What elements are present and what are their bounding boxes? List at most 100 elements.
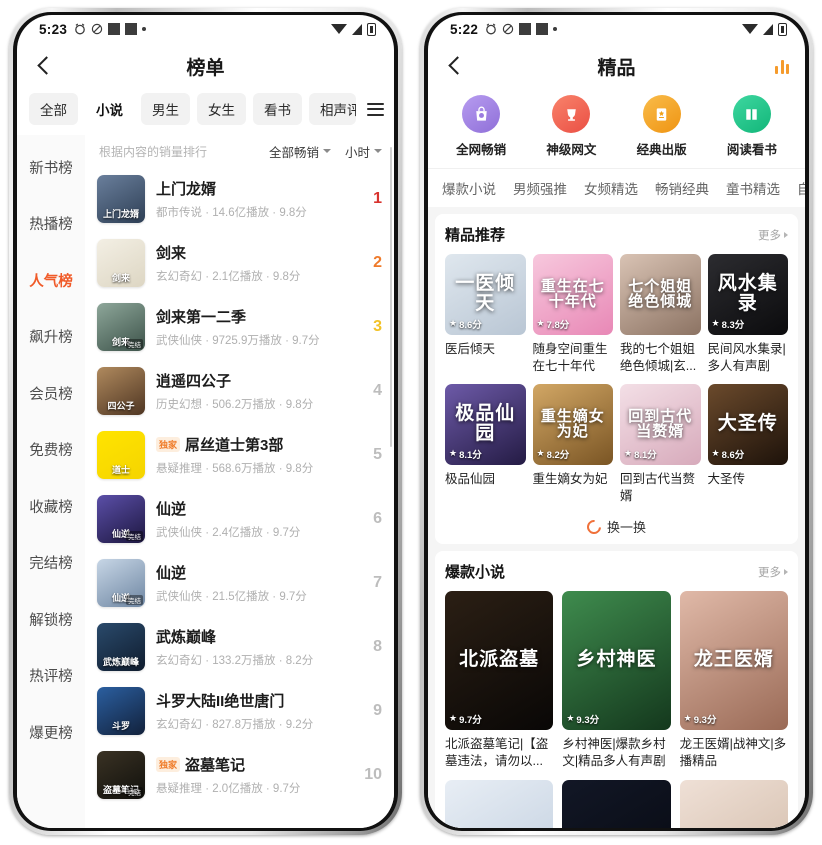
category-reading[interactable]: 阅读看书 [707,95,797,158]
table-row[interactable]: 上门龙婿 上门龙婿 都市传说 · 14.6亿播放 · 9.8分 1 [85,167,394,231]
page-title: 精品 [597,57,636,79]
chip-novel[interactable]: 小说 [85,93,134,125]
sidebar-item-review[interactable]: 热评榜 [17,648,85,705]
filter-timerange-label: 小时 [344,145,370,160]
more-label: 更多 [758,566,781,579]
chip-reading[interactable]: 看书 [253,93,302,125]
rating-value: 9.3分 [693,714,717,726]
book-title: 重生嫡女为妃 [532,471,608,486]
sidebar-item-newbook[interactable]: 新书榜 [17,139,85,196]
sidebar-item-finished[interactable]: 完结榜 [17,535,85,592]
sidebar-item-popular[interactable]: 人气榜 [17,252,85,309]
table-row[interactable]: 四公子 逍遥四公子 历史幻想 · 506.2万播放 · 9.8分 4 [85,359,394,423]
list-item[interactable]: 一医倾天 ★ 8.6分 医后倾天 [445,254,526,376]
recommend-grid: 一医倾天 ★ 8.6分 医后倾天 重生在七十年代 ★ 7.8分 随身空间重生在七十年代 七个姐姐… [445,254,788,506]
book-title-line: 剑来第一二季 [156,306,341,327]
rank-chart-icon[interactable] [775,58,789,74]
tab-female-pick[interactable]: 女频精选 [584,178,638,198]
book-cover: 重生嫡女为妃 ★ 8.2分 [532,384,613,465]
category-classic[interactable]: 经典出版 [617,95,707,158]
list-item[interactable]: 回到古代当赘婿 ★ 8.1分 回到古代当赘婿 [620,384,701,506]
exclusive-badge: 独家 [156,757,181,772]
wifi-icon [742,24,758,34]
back-icon[interactable] [444,55,466,77]
book-cover-badge: 完结 [126,595,143,605]
category-webnovel[interactable]: 神级网文 [526,95,616,158]
content-scroll-area[interactable]: 精品推荐 更多 一医倾天 ★ 8.6分 医后倾天 重生在七十年代 ★ 7.8分 随身空间重生在… [428,207,805,828]
book-title: 北派盗墓笔记|【盗墓违法，请勿以... [445,736,549,769]
table-row[interactable]: 仙逆 完结 仙逆 武侠仙侠 · 21.5亿播放 · 9.7分 7 [85,551,394,615]
table-row[interactable]: 道士 独家 屌丝道士第3部 悬疑推理 · 568.6万播放 · 9.8分 5 [85,423,394,487]
hot-novel-grid: 北派盗墓 ★ 9.7分 北派盗墓笔记|【盗墓违法，请勿以... 乡村神医 ★ 9.3分 乡村神… [445,591,788,771]
chip-female[interactable]: 女生 [197,93,246,125]
scrollbar[interactable] [390,147,392,447]
signal-icon [352,23,362,35]
filter-bestseller[interactable]: 全部畅销 [269,142,331,161]
list-item[interactable]: 重生在七十年代 ★ 7.8分 随身空间重生在七十年代 [532,254,613,376]
book-title: 仙逆 [156,501,187,518]
table-row[interactable]: 盗墓笔记 完结 独家 盗墓笔记 悬疑推理 · 2.0亿播放 · 9.7分 10 [85,743,394,807]
book-title: 乡村神医|爆款乡村文|精品多人有声剧 [562,736,666,769]
category-bestseller[interactable]: 全网畅销 [436,95,526,158]
sidebar-item-hotplay[interactable]: 热播榜 [17,196,85,253]
more-link[interactable]: 更多 [758,564,788,580]
tab-children[interactable]: 童书精选 [726,178,780,198]
filter-timerange[interactable]: 小时 [345,142,382,161]
list-item[interactable]: 极品仙园 ★ 8.1分 极品仙园 [445,384,526,506]
sidebar-item-vip[interactable]: 会员榜 [17,365,85,422]
list-item[interactable]: 宦道无疆 [445,780,554,828]
book-title: 仙逆 [156,565,187,582]
list-item[interactable]: 风水集录 ★ 8.3分 民间风水集录|多人有声剧 [707,254,788,376]
book-cover: 宦道无疆 [445,780,554,828]
rank-filters: 全部畅销 小时 [269,142,382,161]
status-left-icons [74,23,147,35]
refresh-button[interactable]: 换一换 [445,516,788,537]
list-item[interactable]: 乡村神医 ★ 9.3分 乡村神医|爆款乡村文|精品多人有声剧 [562,591,671,771]
table-row[interactable]: 斗罗 斗罗大陆II绝世唐门 玄幻奇幻 · 827.8万播放 · 9.2分 9 [85,679,394,743]
table-row[interactable]: 仙逆 完结 仙逆 武侠仙侠 · 2.4亿播放 · 9.7分 6 [85,487,394,551]
list-item[interactable]: 七个姐姐绝色倾城 我的七个姐姐绝色倾城|玄... [620,254,701,376]
rank-number: 5 [373,446,382,463]
category-chips: 全部 小说 男生 女生 看书 相声评书 [17,89,394,135]
table-row[interactable]: 剑来 剑来 玄幻奇幻 · 2.1亿播放 · 9.8分 2 [85,231,394,295]
chip-crosstalk[interactable]: 相声评书 [309,93,356,125]
rating-badge: ★ 8.1分 [449,447,482,461]
nav-bar: 榜单 [17,43,394,89]
book-cover: 武炼巅峰 [97,623,145,671]
book-title: 我的七个姐姐绝色倾城|玄... [620,341,697,374]
list-item[interactable]: 龙王医婿 ★ 9.3分 龙王医婿|战神文|多播精品 [679,591,788,771]
rank-number: 7 [373,574,382,591]
category-webnovel-label: 神级网文 [546,143,597,157]
sidebar-item-rising[interactable]: 飙升榜 [17,309,85,366]
chip-male[interactable]: 男生 [141,93,190,125]
sidebar-item-favorite[interactable]: 收藏榜 [17,478,85,535]
battery-icon [367,22,376,36]
bag-star-icon [462,95,501,133]
list-item[interactable]: 北派盗墓 ★ 9.7分 北派盗墓笔记|【盗墓违法，请勿以... [445,591,554,771]
sidebar-item-unlock[interactable]: 解锁榜 [17,591,85,648]
chip-all[interactable]: 全部 [29,93,78,125]
book-cover: 斗罗 [97,687,145,735]
book-title-line: 逍遥四公子 [156,370,341,391]
alarm-icon [74,23,86,35]
table-row[interactable]: 武炼巅峰 武炼巅峰 玄幻奇幻 · 133.2万播放 · 8.2分 8 [85,615,394,679]
tab-hot-novel[interactable]: 爆款小说 [442,178,496,198]
list-item[interactable]: 农家 [679,780,788,828]
sidebar-item-update[interactable]: 爆更榜 [17,704,85,761]
rating-badge: ★ 8.3分 [712,317,745,331]
sidebar-item-free[interactable]: 免费榜 [17,422,85,479]
back-icon[interactable] [33,55,55,77]
book-title: 医后倾天 [445,341,496,356]
tab-self[interactable]: 自 [797,178,805,198]
more-link[interactable]: 更多 [758,227,788,243]
list-item[interactable]: 大圣传 ★ 8.6分 大圣传 [707,384,788,506]
book-meta: 都市传说 · 14.6亿播放 · 9.8分 [156,207,307,219]
rating-value: 8.6分 [459,319,482,331]
book-meta: 玄幻奇幻 · 2.1亿播放 · 9.8分 [156,271,301,283]
list-item[interactable]: 重生嫡女为妃 ★ 8.2分重生嫡女为妃 [532,384,613,506]
list-item[interactable]: 权力 [562,780,671,828]
tab-classic[interactable]: 畅销经典 [655,178,709,198]
tab-male-pick[interactable]: 男频强推 [513,178,567,198]
table-row[interactable]: 剑来 完结 剑来第一二季 武侠仙侠 · 9725.9万播放 · 9.7分 3 [85,295,394,359]
hamburger-icon[interactable] [365,102,384,116]
